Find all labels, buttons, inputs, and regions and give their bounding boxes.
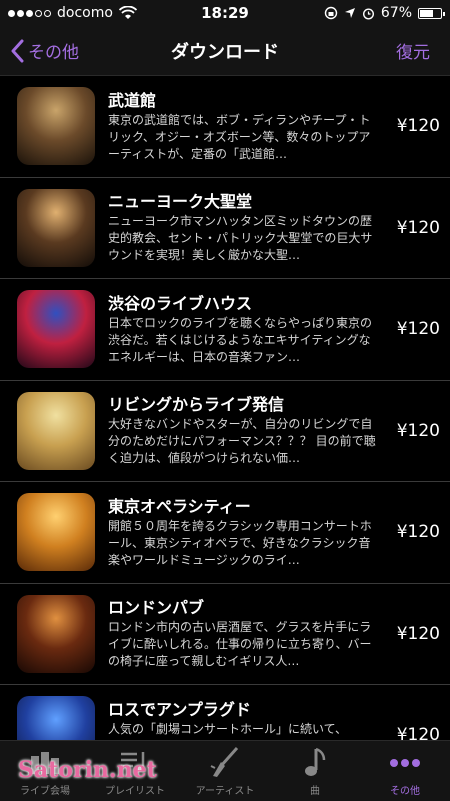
item-description: ニューヨーク市マンハッタン区ミッドタウンの歴史的教会、セント・パトリック大聖堂で… xyxy=(108,214,373,263)
navigation-bar: その他 ダウンロード 復元 xyxy=(0,26,450,76)
watermark-logo: Satorin.net xyxy=(18,757,157,783)
item-title: ニューヨーク大聖堂 xyxy=(108,192,253,212)
tab-guitar[interactable]: アーティスト xyxy=(180,741,270,801)
venue-thumbnail xyxy=(17,696,95,740)
item-title: ロスでアンプラグド xyxy=(108,699,251,719)
venue-thumbnail xyxy=(17,391,95,470)
page-title: ダウンロード xyxy=(171,41,279,63)
tab-label: 曲 xyxy=(310,786,320,797)
item-title: ロンドンパブ xyxy=(108,598,205,618)
download-list: 武道館 東京の武道館では、ボブ・ディランやチープ・トリック、オジー・オズボーン等、… xyxy=(0,76,450,740)
list-item[interactable]: リビングからライブ発信 大好きなバンドやスターが、自分のリビングで自分のためだけに… xyxy=(0,381,450,482)
battery-fill xyxy=(420,9,434,17)
tab-label: ライブ会場 xyxy=(20,786,70,797)
item-info: 渋谷のライブハウス 日本でロックのライブを聴くならやっぱり東京の渋谷だ。若くはじけ… xyxy=(108,293,380,366)
list-item[interactable]: ロスでアンプラグド 人気の「劇場コンサートホール」に続いて、 ¥120 xyxy=(0,685,450,740)
status-left: docomo xyxy=(8,5,158,21)
status-bar: docomo 18:29 67% xyxy=(0,0,450,26)
list-item[interactable]: 東京オペラシティー 開館５０周年を誇るクラシック専用コンサートホール、東京シティオ… xyxy=(0,482,450,584)
list-item[interactable]: 武道館 東京の武道館では、ボブ・ディランやチープ・トリック、オジー・オズボーン等、… xyxy=(0,76,450,178)
venue-thumbnail xyxy=(17,493,95,572)
item-title: リビングからライブ発信 xyxy=(108,395,285,415)
guitar-icon xyxy=(207,746,243,780)
restore-button[interactable]: 復元 xyxy=(330,38,450,63)
price-button[interactable]: ¥120 xyxy=(380,522,450,542)
item-info: ロスでアンプラグド人気の「劇場コンサートホール」に続いて、 xyxy=(108,699,380,740)
location-icon xyxy=(344,8,355,18)
more-icon xyxy=(387,746,423,780)
item-description: 東京の武道館では、ボブ・ディランやチープ・トリック、オジー・オズボーン等、数々の… xyxy=(108,112,371,161)
status-time: 18:29 xyxy=(201,4,249,22)
music-note-icon xyxy=(300,746,330,780)
price-button[interactable]: ¥120 xyxy=(380,218,450,238)
price-button[interactable]: ¥120 xyxy=(380,725,450,740)
item-info: 武道館 東京の武道館では、ボブ・ディランやチープ・トリック、オジー・オズボーン等、… xyxy=(108,90,380,163)
status-right: 67% xyxy=(292,5,445,21)
list-item[interactable]: ニューヨーク大聖堂 ニューヨーク市マンハッタン区ミッドタウンの歴史的教会、セント・… xyxy=(0,178,450,279)
item-description: 開館５０周年を誇るクラシック専用コンサートホール、東京シティオペラで、好きなクラ… xyxy=(108,518,372,567)
tab-label: アーティスト xyxy=(195,786,255,797)
tab-label: その他 xyxy=(390,786,420,797)
venue-thumbnail xyxy=(17,188,95,267)
item-info: 東京オペラシティー 開館５０周年を誇るクラシック専用コンサートホール、東京シティオ… xyxy=(108,496,380,569)
list-item[interactable]: 渋谷のライブハウス 日本でロックのライブを聴くならやっぱり東京の渋谷だ。若くはじけ… xyxy=(0,279,450,381)
venue-thumbnail xyxy=(17,594,95,673)
item-title: 東京オペラシティー xyxy=(108,496,251,516)
tab-more[interactable]: その他 xyxy=(360,741,450,801)
list-item[interactable]: ロンドンパブ ロンドン市内の古い居酒屋で、グラスを片手にライブに酔いしれる。仕事の… xyxy=(0,584,450,685)
item-description: 大好きなバンドやスターが、自分のリビングで自分のためだけにパフォーマンス？？？ … xyxy=(108,417,376,466)
alarm-icon xyxy=(362,7,374,20)
item-description: 人気の「劇場コンサートホール」に続いて、 xyxy=(108,721,348,736)
chevron-left-icon xyxy=(11,39,24,62)
back-button-label: その他 xyxy=(28,43,79,63)
back-button[interactable]: その他 xyxy=(0,38,120,63)
tab-music-note[interactable]: 曲 xyxy=(270,741,360,801)
item-info: ロンドンパブ ロンドン市内の古い居酒屋で、グラスを片手にライブに酔いしれる。仕事の… xyxy=(108,597,380,670)
item-title: 武道館 xyxy=(108,90,157,110)
venue-thumbnail xyxy=(17,290,95,369)
carrier-label: docomo xyxy=(57,5,113,21)
price-button[interactable]: ¥120 xyxy=(380,421,450,441)
item-description: 日本でロックのライブを聴くならやっぱり東京の渋谷だ。若くはじけるようなエキサイテ… xyxy=(108,315,373,364)
price-button[interactable]: ¥120 xyxy=(380,624,450,644)
item-info: ニューヨーク大聖堂 ニューヨーク市マンハッタン区ミッドタウンの歴史的教会、セント・… xyxy=(108,191,380,264)
venue-thumbnail xyxy=(17,87,95,166)
battery-icon xyxy=(418,7,445,19)
item-title: 渋谷のライブハウス xyxy=(108,293,253,313)
rotation-lock-icon xyxy=(324,6,338,20)
tab-label: プレイリスト xyxy=(105,786,165,797)
wifi-icon xyxy=(118,6,137,19)
item-info: リビングからライブ発信 大好きなバンドやスターが、自分のリビングで自分のためだけに… xyxy=(108,394,380,467)
price-button[interactable]: ¥120 xyxy=(380,116,450,136)
signal-strength-icon xyxy=(8,9,51,17)
price-button[interactable]: ¥120 xyxy=(380,319,450,339)
battery-percent: 67% xyxy=(380,5,412,21)
item-description: ロンドン市内の古い居酒屋で、グラスを片手にライブに酔いしれる。仕事の帰りに立ち寄… xyxy=(108,620,372,669)
